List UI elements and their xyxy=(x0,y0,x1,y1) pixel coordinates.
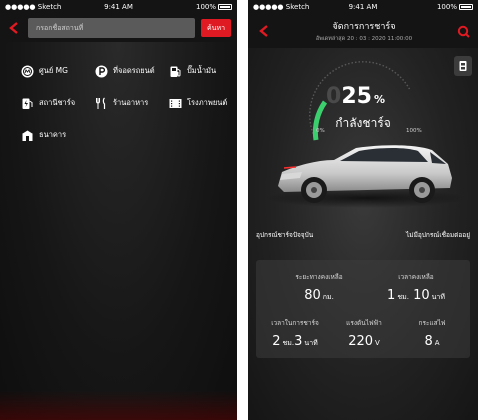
category-area: ศูนย์ MG ที่จอดรถยนต์ ปั๊มน้ำมัน สถานีชา… xyxy=(0,42,237,420)
current-charger-label: อุปกรณ์ชาร์จปัจจุบัน xyxy=(256,231,314,239)
battery-icon xyxy=(458,4,473,10)
battery-percent-value: 25 xyxy=(341,84,372,109)
category-label: ที่จอดรถยนต์ xyxy=(113,66,155,75)
clock: 9:41 AM xyxy=(104,3,133,11)
last-updated: อัพเดทล่าสุด 20 : 03 : 2020 11:00:00 xyxy=(315,36,413,42)
category-label: ศูนย์ MG xyxy=(39,66,68,75)
cinema-icon xyxy=(168,96,182,110)
charger-plug-button[interactable] xyxy=(454,56,472,76)
search-header: กรอกชื่อสถานที่ ค้นหา xyxy=(0,14,237,42)
category-bank[interactable]: ธนาคาร xyxy=(20,126,94,144)
status-bar: ●●●●● Sketch 9:41 AM 100% xyxy=(0,0,237,14)
category-label: ปั๊มน้ำมัน xyxy=(187,66,217,75)
current: กระแสไฟ 8A xyxy=(418,319,446,349)
voltage: แรงดันไฟฟ้า 220 V xyxy=(346,319,382,349)
category-cinema[interactable]: โรงภาพยนต์ xyxy=(168,94,237,112)
fuel-pump-icon xyxy=(168,64,182,78)
category-mg-center[interactable]: ศูนย์ MG xyxy=(20,62,94,80)
battery-percent-readout: 025% xyxy=(326,84,385,109)
category-parking[interactable]: ที่จอดรถยนต์ xyxy=(94,62,168,80)
battery-percent: 100% xyxy=(436,3,457,11)
clock: 9:41 AM xyxy=(348,3,378,11)
charging-station-icon xyxy=(20,96,34,110)
charging-header: จัดการการชาร์จ อัพเดทล่าสุด 20 : 03 : 20… xyxy=(248,14,478,48)
charging-info-panel: ระยะทางคงเหลือ 80 กม. เวลาคงเหลือ 1 ชม. 10… xyxy=(256,260,470,358)
back-button[interactable] xyxy=(6,19,22,38)
time-remaining: เวลาคงเหลือ 1 ชม. 10 นาที xyxy=(387,273,445,303)
category-grid: ศูนย์ MG ที่จอดรถยนต์ ปั๊มน้ำมัน สถานีชา… xyxy=(20,62,229,144)
carrier-label: ●●●●● Sketch xyxy=(5,3,62,11)
nearby-places-screen: ●●●●● Sketch 9:41 AM 100% กรอกชื่อสถานที… xyxy=(0,0,237,420)
category-label: สถานีชาร์จ xyxy=(39,98,76,107)
parking-icon xyxy=(94,64,108,78)
category-label: ร้านอาหาร xyxy=(113,98,149,107)
category-restaurant[interactable]: ร้านอาหาร xyxy=(94,94,168,112)
battery-percent: 100% xyxy=(196,3,217,11)
current-charger-value: ไม่มีอุปกรณ์เชื่อมต่ออยู่ xyxy=(406,231,470,239)
battery-icon xyxy=(218,4,233,10)
charging-management-screen: ●●●●● Sketch 9:41 AM 100% จัดการการชาร์จ… xyxy=(248,0,478,420)
charge-duration: เวลาในการชาร์จ 2 ชม.3 นาที xyxy=(271,319,319,349)
category-label: โรงภาพยนต์ xyxy=(187,98,228,107)
category-label: ธนาคาร xyxy=(39,130,67,139)
search-button[interactable]: ค้นหา xyxy=(200,19,231,37)
back-button[interactable] xyxy=(256,22,272,41)
plug-icon xyxy=(459,61,467,71)
utensils-icon xyxy=(94,96,108,110)
bank-icon xyxy=(20,128,34,142)
search-input[interactable]: กรอกชื่อสถานที่ xyxy=(28,18,195,38)
page-title: จัดการการชาร์จ xyxy=(332,22,396,32)
category-gas-station[interactable]: ปั๊มน้ำมัน xyxy=(168,62,237,80)
charging-panel: 0% 100% 025% กำลังชาร์จ อุปกรณ์ชาร์จปัจจ… xyxy=(248,48,478,420)
percent-unit: % xyxy=(373,93,385,106)
status-bar: ●●●●● Sketch 9:41 AM 100% xyxy=(248,0,478,14)
range-remaining: ระยะทางคงเหลือ 80 กม. xyxy=(295,273,343,303)
search-placeholder: กรอกชื่อสถานที่ xyxy=(36,23,84,32)
chevron-left-icon xyxy=(259,24,268,37)
carrier-label: ●●●●● Sketch xyxy=(253,3,310,11)
current-charger-row: อุปกรณ์ชาร์จปัจจุบัน ไม่มีอุปกรณ์เชื่อมต… xyxy=(256,230,470,240)
mg-logo-icon xyxy=(20,64,34,78)
chevron-left-icon xyxy=(9,21,18,34)
search-icon[interactable] xyxy=(456,24,470,38)
category-charging-station[interactable]: สถานีชาร์จ xyxy=(20,94,94,112)
car-image xyxy=(266,145,466,208)
